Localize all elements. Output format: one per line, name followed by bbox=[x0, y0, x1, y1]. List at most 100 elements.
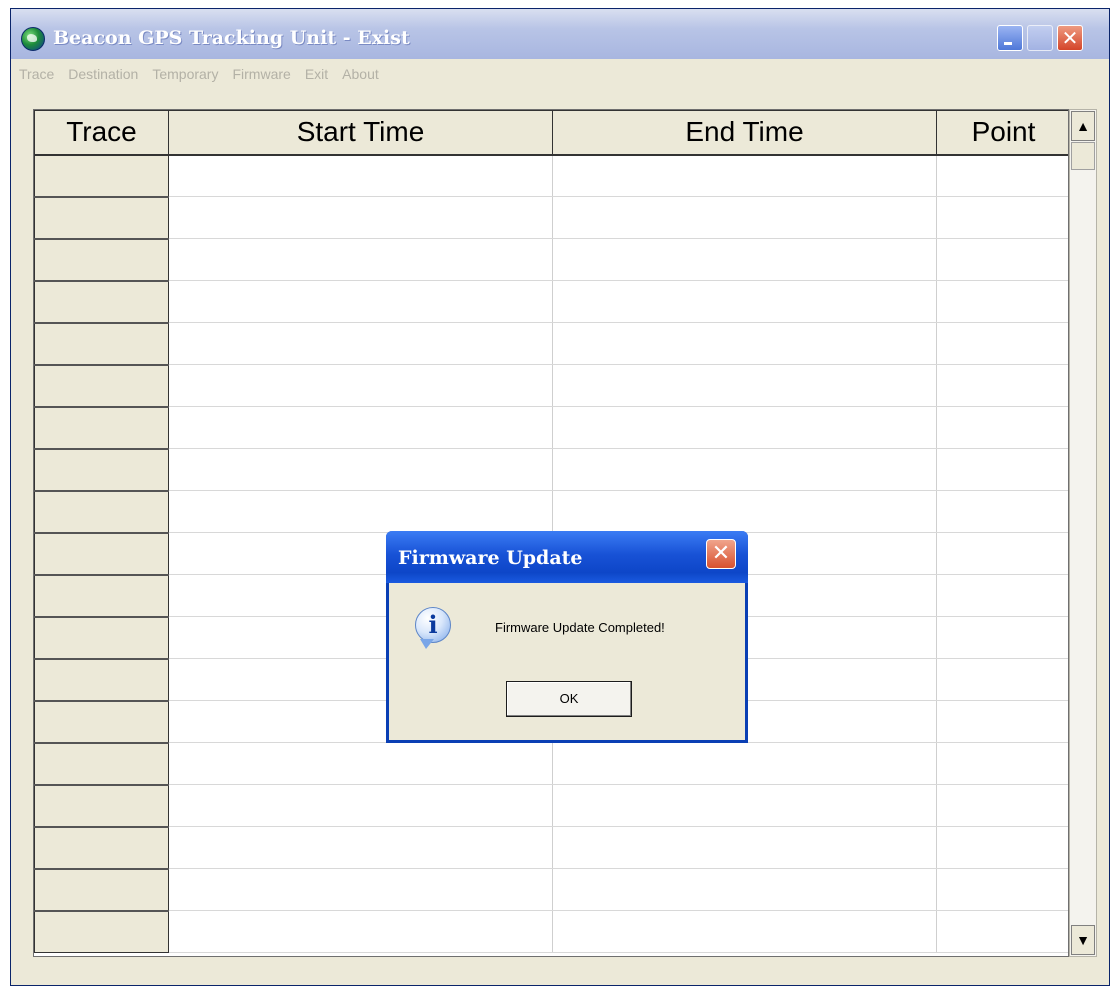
trace-cell[interactable] bbox=[34, 279, 169, 323]
start-time-cell[interactable] bbox=[168, 826, 553, 869]
point-cell[interactable] bbox=[936, 238, 1068, 281]
table-row[interactable] bbox=[34, 825, 1068, 869]
trace-cell[interactable] bbox=[34, 741, 169, 785]
end-time-cell[interactable] bbox=[552, 322, 937, 365]
point-cell[interactable] bbox=[936, 280, 1068, 323]
dialog-title-bar[interactable]: Firmware Update ✕ bbox=[386, 531, 748, 583]
start-time-cell[interactable] bbox=[168, 238, 553, 281]
end-time-cell[interactable] bbox=[552, 448, 937, 491]
start-time-cell[interactable] bbox=[168, 406, 553, 449]
trace-cell[interactable] bbox=[34, 405, 169, 449]
close-button[interactable]: ✕ bbox=[1057, 25, 1083, 51]
table-row[interactable] bbox=[34, 153, 1068, 197]
end-time-cell[interactable] bbox=[552, 826, 937, 869]
trace-cell[interactable] bbox=[34, 825, 169, 869]
dialog-close-button[interactable]: ✕ bbox=[706, 539, 736, 569]
trace-cell[interactable] bbox=[34, 909, 169, 953]
scroll-up-button[interactable]: ▲ bbox=[1071, 111, 1095, 141]
start-time-cell[interactable] bbox=[168, 364, 553, 407]
trace-cell[interactable] bbox=[34, 363, 169, 407]
menu-destination[interactable]: Destination bbox=[68, 66, 138, 82]
table-row[interactable] bbox=[34, 195, 1068, 239]
menu-exit[interactable]: Exit bbox=[305, 66, 328, 82]
trace-cell[interactable] bbox=[34, 447, 169, 491]
table-row[interactable] bbox=[34, 447, 1068, 491]
menu-firmware[interactable]: Firmware bbox=[232, 66, 290, 82]
start-time-cell[interactable] bbox=[168, 280, 553, 323]
trace-cell[interactable] bbox=[34, 699, 169, 743]
point-cell[interactable] bbox=[936, 826, 1068, 869]
menu-about[interactable]: About bbox=[342, 66, 379, 82]
title-bar[interactable]: Beacon GPS Tracking Unit - Exist ✕ bbox=[11, 9, 1109, 59]
start-time-cell[interactable] bbox=[168, 868, 553, 911]
end-time-cell[interactable] bbox=[552, 196, 937, 239]
point-cell[interactable] bbox=[936, 616, 1068, 659]
point-cell[interactable] bbox=[936, 910, 1068, 953]
table-row[interactable] bbox=[34, 405, 1068, 449]
table-row[interactable] bbox=[34, 321, 1068, 365]
column-header-end-time[interactable]: End Time bbox=[552, 110, 937, 156]
point-cell[interactable] bbox=[936, 448, 1068, 491]
start-time-cell[interactable] bbox=[168, 448, 553, 491]
trace-cell[interactable] bbox=[34, 573, 169, 617]
start-time-cell[interactable] bbox=[168, 154, 553, 197]
point-cell[interactable] bbox=[936, 658, 1068, 701]
trace-cell[interactable] bbox=[34, 783, 169, 827]
start-time-cell[interactable] bbox=[168, 196, 553, 239]
end-time-cell[interactable] bbox=[552, 868, 937, 911]
point-cell[interactable] bbox=[936, 532, 1068, 575]
table-row[interactable] bbox=[34, 741, 1068, 785]
end-time-cell[interactable] bbox=[552, 280, 937, 323]
table-row[interactable] bbox=[34, 363, 1068, 407]
end-time-cell[interactable] bbox=[552, 784, 937, 827]
column-header-start-time[interactable]: Start Time bbox=[168, 110, 553, 156]
scroll-thumb[interactable] bbox=[1071, 142, 1095, 170]
trace-cell[interactable] bbox=[34, 531, 169, 575]
trace-cell[interactable] bbox=[34, 321, 169, 365]
trace-cell[interactable] bbox=[34, 867, 169, 911]
minimize-button[interactable] bbox=[997, 25, 1023, 51]
trace-cell[interactable] bbox=[34, 153, 169, 197]
trace-cell[interactable] bbox=[34, 195, 169, 239]
end-time-cell[interactable] bbox=[552, 742, 937, 785]
start-time-cell[interactable] bbox=[168, 490, 553, 533]
end-time-cell[interactable] bbox=[552, 406, 937, 449]
point-cell[interactable] bbox=[936, 784, 1068, 827]
end-time-cell[interactable] bbox=[552, 364, 937, 407]
menu-temporary[interactable]: Temporary bbox=[152, 66, 218, 82]
vertical-scrollbar[interactable]: ▲ ▼ bbox=[1069, 109, 1097, 957]
point-cell[interactable] bbox=[936, 868, 1068, 911]
point-cell[interactable] bbox=[936, 364, 1068, 407]
ok-button[interactable]: OK bbox=[506, 681, 632, 717]
point-cell[interactable] bbox=[936, 574, 1068, 617]
end-time-cell[interactable] bbox=[552, 910, 937, 953]
table-row[interactable] bbox=[34, 867, 1068, 911]
trace-cell[interactable] bbox=[34, 657, 169, 701]
point-cell[interactable] bbox=[936, 322, 1068, 365]
table-row[interactable] bbox=[34, 489, 1068, 533]
start-time-cell[interactable] bbox=[168, 322, 553, 365]
menu-trace[interactable]: Trace bbox=[19, 66, 54, 82]
end-time-cell[interactable] bbox=[552, 490, 937, 533]
trace-cell[interactable] bbox=[34, 489, 169, 533]
point-cell[interactable] bbox=[936, 490, 1068, 533]
table-row[interactable] bbox=[34, 909, 1068, 953]
table-row[interactable] bbox=[34, 237, 1068, 281]
start-time-cell[interactable] bbox=[168, 742, 553, 785]
point-cell[interactable] bbox=[936, 406, 1068, 449]
point-cell[interactable] bbox=[936, 154, 1068, 197]
table-row[interactable] bbox=[34, 279, 1068, 323]
column-header-point[interactable]: Point bbox=[936, 110, 1068, 156]
table-row[interactable] bbox=[34, 783, 1068, 827]
end-time-cell[interactable] bbox=[552, 238, 937, 281]
point-cell[interactable] bbox=[936, 742, 1068, 785]
start-time-cell[interactable] bbox=[168, 784, 553, 827]
trace-cell[interactable] bbox=[34, 237, 169, 281]
point-cell[interactable] bbox=[936, 700, 1068, 743]
trace-cell[interactable] bbox=[34, 615, 169, 659]
column-header-trace[interactable]: Trace bbox=[34, 110, 169, 156]
end-time-cell[interactable] bbox=[552, 154, 937, 197]
scroll-down-button[interactable]: ▼ bbox=[1071, 925, 1095, 955]
point-cell[interactable] bbox=[936, 196, 1068, 239]
start-time-cell[interactable] bbox=[168, 910, 553, 953]
